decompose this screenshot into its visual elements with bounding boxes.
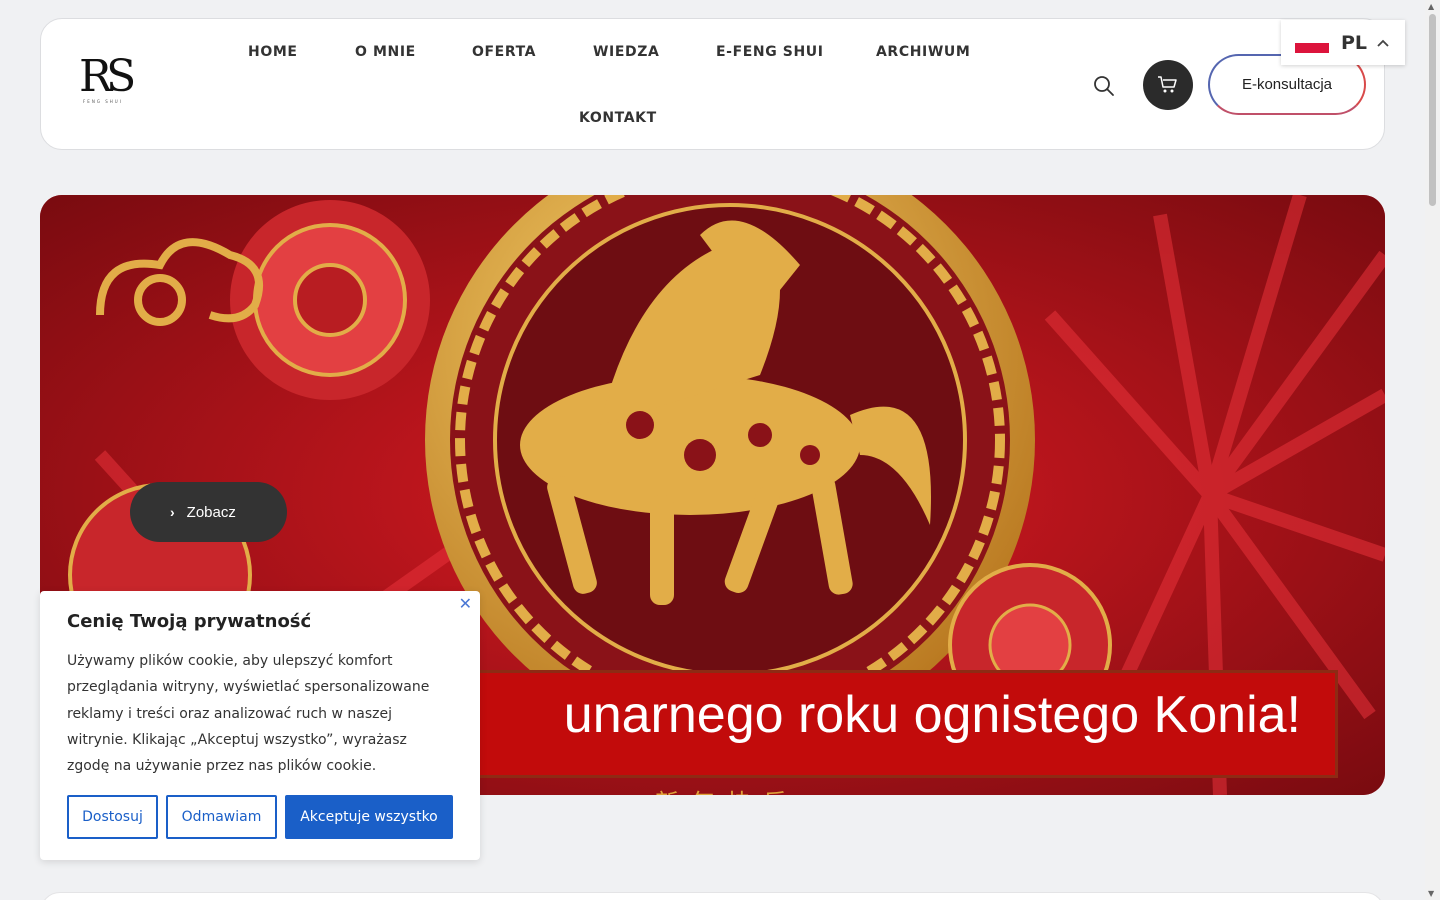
cookie-consent-dialog: ✕ Cenię Twoją prywatność Używamy plików …: [40, 591, 480, 860]
poland-flag-icon: [1295, 32, 1329, 53]
close-icon[interactable]: ✕: [459, 594, 472, 613]
cart-icon: [1158, 76, 1177, 93]
page-scrollbar[interactable]: ▲ ▼: [1425, 0, 1440, 900]
site-header: RS FENG SHUI HOME O MNIE OFERTA WIEDZA E…: [40, 18, 1385, 150]
hero-caption: unarnego roku ognistego Konia!: [563, 686, 1301, 744]
language-switcher[interactable]: PL: [1281, 20, 1405, 65]
accept-all-button[interactable]: Akceptuje wszystko: [285, 795, 453, 839]
nav-item-oferta[interactable]: OFERTA: [472, 44, 536, 60]
zobacz-label: Zobacz: [186, 503, 236, 521]
language-code: PL: [1341, 31, 1368, 54]
search-icon[interactable]: [1093, 75, 1115, 97]
cart-button[interactable]: [1143, 60, 1193, 110]
nav-item-home[interactable]: HOME: [248, 44, 298, 60]
scrollbar-thumb[interactable]: [1429, 14, 1436, 206]
logo[interactable]: RS FENG SHUI: [79, 51, 136, 111]
zobacz-button[interactable]: › Zobacz: [130, 482, 287, 542]
nav-item-e-feng-shui[interactable]: E-FENG SHUI: [716, 44, 824, 60]
chevron-right-icon: ›: [170, 504, 175, 520]
hero-caption-banner: unarnego roku ognistego Konia!: [430, 670, 1338, 778]
logo-text: RS: [79, 51, 136, 102]
nav-item-o-mnie[interactable]: O MNIE: [355, 44, 416, 60]
scroll-up-icon[interactable]: ▲: [1428, 2, 1434, 11]
cookie-text: Używamy plików cookie, aby ulepszyć komf…: [67, 653, 430, 775]
next-section-card: [40, 892, 1385, 900]
cookie-title: Cenię Twoją prywatność: [67, 611, 312, 632]
nav-item-kontakt[interactable]: KONTAKT: [579, 110, 657, 126]
scroll-down-icon[interactable]: ▼: [1428, 889, 1434, 898]
nav-item-archiwum[interactable]: ARCHIWUM: [876, 44, 970, 60]
chevron-up-icon: [1377, 39, 1389, 47]
nav-item-wiedza[interactable]: WIEDZA: [593, 44, 659, 60]
reject-button[interactable]: Odmawiam: [166, 795, 277, 839]
customize-button[interactable]: Dostosuj: [67, 795, 158, 839]
chinese-greeting: 新年快乐: [655, 783, 799, 795]
